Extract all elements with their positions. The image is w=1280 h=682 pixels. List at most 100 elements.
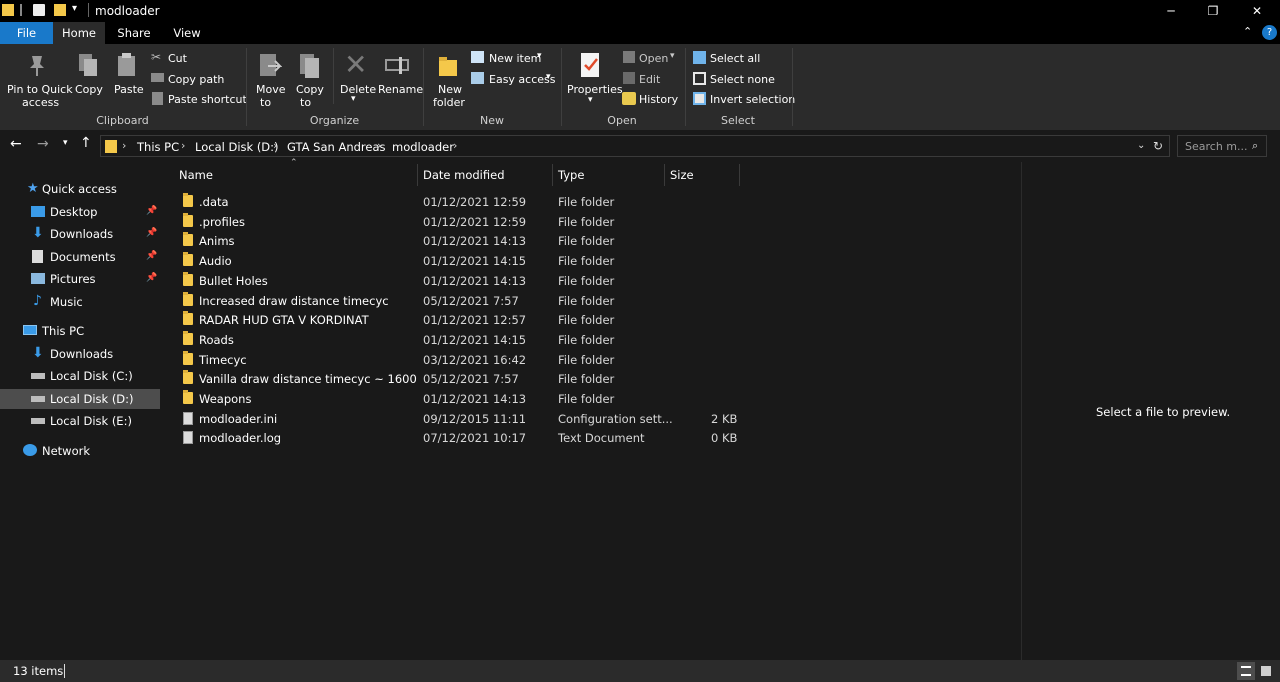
nav-local-disk-d[interactable]: Local Disk (D:)	[0, 389, 160, 409]
music-note-icon: ♪	[33, 293, 42, 309]
easy-access-icon	[471, 72, 484, 84]
file-row[interactable]: Vanilla draw distance timecyc ~ 1600 05/1…	[179, 369, 739, 388]
address-box[interactable]: › This PC › Local Disk (D:) › GTA San An…	[100, 135, 1170, 157]
folder-icon	[183, 232, 193, 247]
address-dropdown-icon[interactable]: ⌄	[1137, 140, 1145, 151]
file-name: Vanilla draw distance timecyc ~ 1600	[199, 372, 417, 387]
file-type: Text Document	[558, 431, 645, 446]
invert-selection-icon	[693, 92, 706, 105]
forward-arrow-icon[interactable]: →	[37, 136, 49, 152]
file-row[interactable]: Bullet Holes 01/12/2021 14:13 File folder	[179, 271, 739, 290]
minimize-button[interactable]: ─	[1148, 0, 1194, 22]
maximize-button[interactable]: ❐	[1190, 0, 1236, 22]
back-arrow-icon[interactable]: ←	[10, 136, 22, 152]
column-header-type[interactable]: Type	[558, 162, 584, 188]
nav-pc-downloads[interactable]: ⬇ Downloads	[0, 344, 160, 364]
pin-icon: 📌	[146, 228, 158, 238]
group-label-select: Select	[721, 114, 755, 127]
file-row[interactable]: Weapons 01/12/2021 14:13 File folder	[179, 389, 739, 408]
nav-documents[interactable]: Documents 📌	[0, 247, 160, 267]
separator	[88, 3, 89, 17]
file-size: 2 KB	[711, 411, 738, 426]
chevron-right-icon[interactable]: ›	[181, 139, 185, 152]
column-divider[interactable]	[417, 164, 418, 186]
file-row[interactable]: Audio 01/12/2021 14:15 File folder	[179, 251, 739, 270]
file-row[interactable]: Increased draw distance timecyc 05/12/202…	[179, 291, 739, 310]
help-icon[interactable]: ?	[1262, 25, 1277, 40]
file-row[interactable]: Roads 01/12/2021 14:15 File folder	[179, 330, 739, 349]
column-divider[interactable]	[664, 164, 665, 186]
nav-this-pc[interactable]: This PC	[0, 321, 160, 341]
search-input[interactable]: Search m... ⌕	[1177, 135, 1267, 157]
nav-pictures[interactable]: Pictures 📌	[0, 269, 160, 289]
chevron-right-icon[interactable]: ›	[453, 139, 457, 152]
nav-local-disk-e[interactable]: Local Disk (E:)	[0, 411, 160, 431]
column-divider[interactable]	[552, 164, 553, 186]
recent-locations-icon[interactable]: ▾	[63, 138, 68, 148]
customize-qat-icon[interactable]: ▾	[72, 3, 77, 14]
file-date-modified: 01/12/2021 14:15	[423, 254, 527, 269]
collapse-ribbon-icon[interactable]: ⌃	[1243, 25, 1252, 38]
folder-icon	[183, 370, 193, 385]
nav-music[interactable]: ♪ Music	[0, 292, 160, 312]
file-date-modified: 01/12/2021 14:15	[423, 332, 527, 347]
file-row[interactable]: .data 01/12/2021 12:59 File folder	[179, 192, 739, 211]
pin-icon: 📌	[146, 206, 158, 216]
paste-shortcut-icon	[152, 92, 163, 105]
group-label-new: New	[480, 114, 504, 127]
chevron-right-icon[interactable]: ›	[377, 139, 381, 152]
file-row[interactable]: modloader.log 07/12/2021 10:17 Text Docume…	[179, 428, 739, 447]
select-none-icon	[693, 72, 706, 85]
properties-qat-icon[interactable]	[33, 4, 45, 16]
file-date-modified: 03/12/2021 16:42	[423, 352, 527, 367]
tab-file[interactable]: File	[0, 22, 53, 44]
delete-x-icon: ✕	[344, 48, 368, 81]
file-type: File folder	[558, 352, 615, 367]
breadcrumb-local-disk-d[interactable]: Local Disk (D:)	[195, 140, 279, 154]
tab-share[interactable]: Share	[110, 22, 158, 44]
file-row[interactable]: RADAR HUD GTA V KORDINAT 01/12/2021 12:57…	[179, 310, 739, 329]
file-name: .data	[199, 195, 229, 209]
download-arrow-icon: ⬇	[32, 345, 44, 361]
folder-icon	[183, 271, 193, 286]
network-icon	[23, 444, 37, 456]
file-type: File folder	[558, 195, 615, 209]
file-row[interactable]: Timecyc 03/12/2021 16:42 File folder	[179, 350, 739, 369]
chevron-right-icon[interactable]: ›	[273, 139, 277, 152]
nav-network[interactable]: Network	[0, 441, 160, 461]
nav-desktop[interactable]: Desktop 📌	[0, 202, 160, 222]
star-icon: ★	[27, 181, 39, 196]
breadcrumb-gta-san-andreas[interactable]: GTA San Andreas	[287, 140, 386, 154]
file-date-modified: 01/12/2021 12:59	[423, 214, 527, 229]
nav-local-disk-c[interactable]: Local Disk (C:)	[0, 366, 160, 386]
rename-icon	[385, 57, 409, 74]
drive-icon	[31, 396, 45, 402]
file-list: ⌃ Name Date modified Type Size .data 01/1…	[163, 158, 1021, 660]
column-header-size[interactable]: Size	[670, 162, 694, 188]
column-header-date-modified[interactable]: Date modified	[423, 162, 505, 188]
new-folder-qat-icon[interactable]	[54, 4, 66, 16]
file-row[interactable]: modloader.ini 09/12/2015 11:11 Configurati…	[179, 409, 739, 428]
breadcrumb-this-pc[interactable]: This PC	[137, 140, 179, 154]
column-divider[interactable]	[739, 164, 740, 186]
close-button[interactable]: ✕	[1234, 0, 1280, 22]
open-icon	[623, 51, 635, 63]
nav-quick-access[interactable]: ★ Quick access	[0, 179, 160, 199]
nav-downloads[interactable]: ⬇ Downloads 📌	[0, 224, 160, 244]
large-icons-view-icon[interactable]	[1261, 666, 1271, 676]
desktop-icon	[31, 206, 45, 217]
file-row[interactable]: Anims 01/12/2021 14:13 File folder	[179, 231, 739, 250]
breadcrumb-modloader[interactable]: modloader	[392, 140, 454, 154]
copy-to-icon	[300, 54, 319, 78]
column-header-name[interactable]: Name	[179, 162, 213, 188]
preview-pane: Select a file to preview.	[1021, 162, 1280, 660]
edit-icon	[623, 72, 635, 84]
tab-home[interactable]: Home	[53, 22, 105, 44]
scissors-icon: ✂	[151, 50, 162, 64]
up-arrow-icon[interactable]: ↑	[80, 135, 92, 151]
refresh-icon[interactable]: ↻	[1153, 139, 1163, 153]
tab-view[interactable]: View	[163, 22, 211, 44]
file-row[interactable]: .profiles 01/12/2021 12:59 File folder	[179, 212, 739, 231]
separator	[333, 48, 334, 104]
ribbon-tabs: File Home Share View ⌃ ?	[0, 22, 1280, 44]
